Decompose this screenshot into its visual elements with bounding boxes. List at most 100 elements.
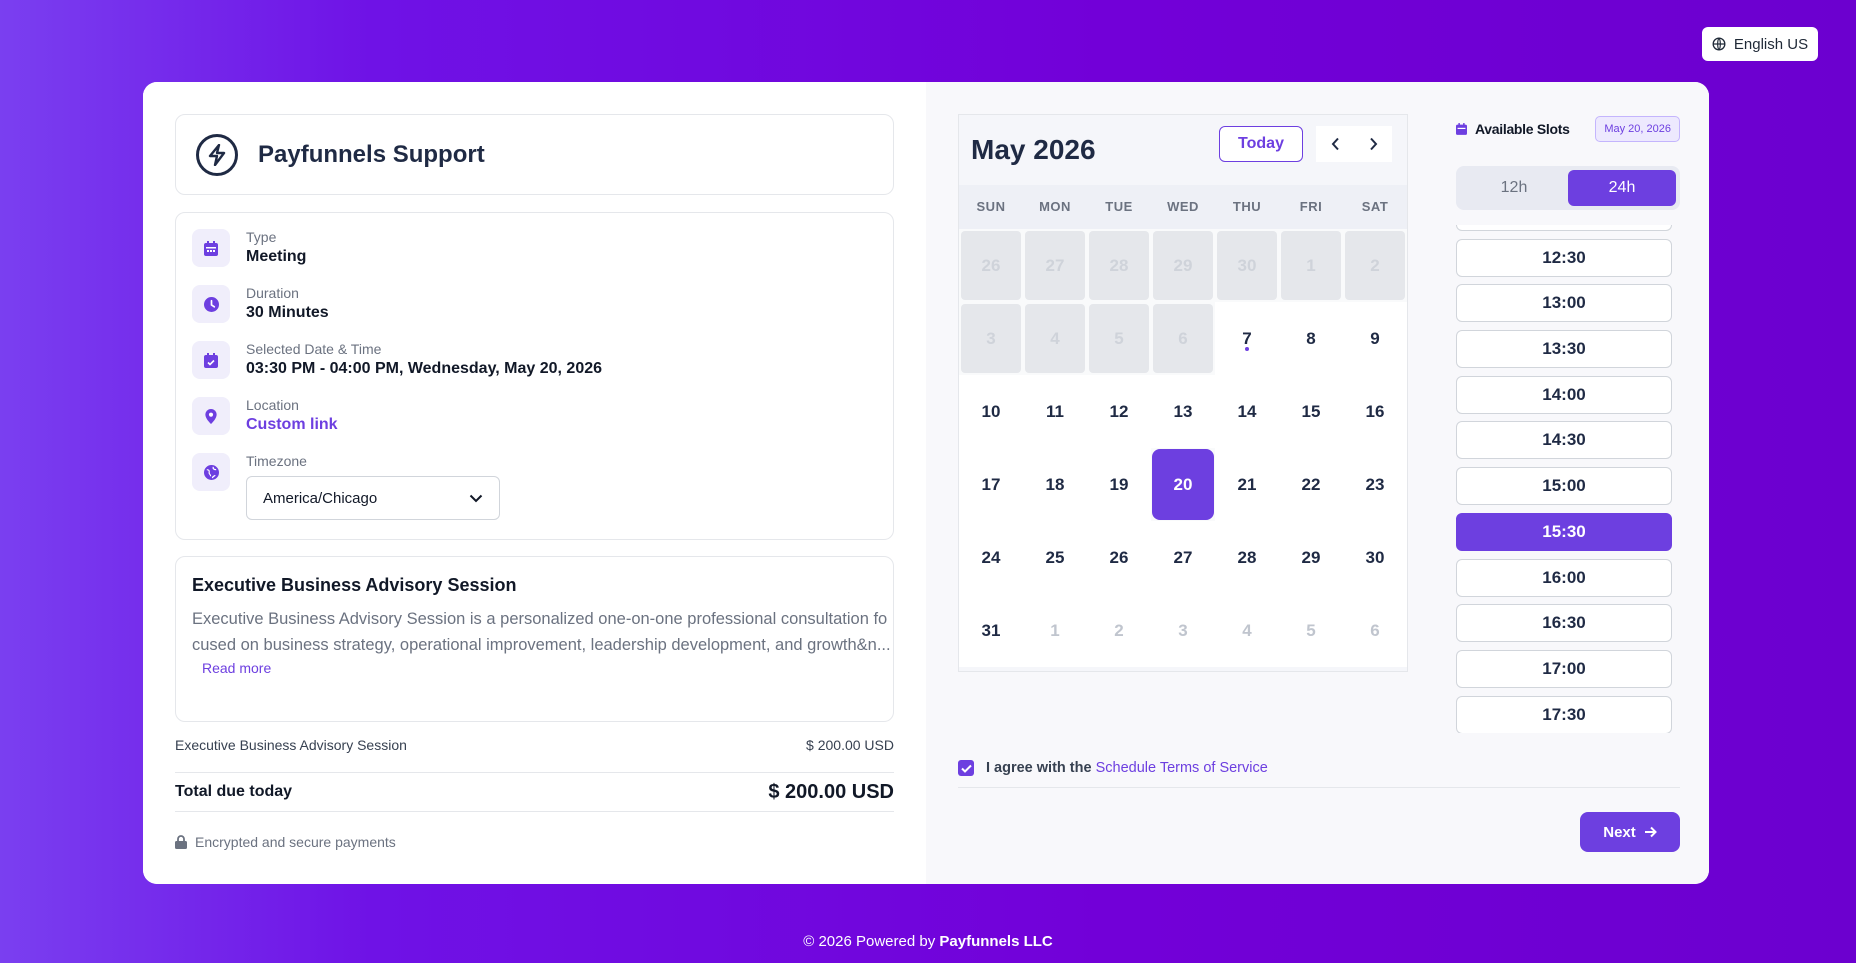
- detail-location: Location Custom link: [192, 397, 877, 439]
- weekday-label: THU: [1232, 199, 1262, 214]
- weekday-label: SAT: [1361, 199, 1389, 214]
- day-cell: 6: [1153, 304, 1213, 373]
- time-slot[interactable]: 16:30: [1456, 604, 1672, 643]
- day-cell: 5: [1279, 594, 1343, 667]
- calendar: May 2026 Today SUN MON TUE WED THU FRI SAT 26 2…: [958, 114, 1408, 672]
- event-details: Type Meeting Duration 30 Minutes Selecte…: [175, 212, 894, 540]
- time-slot[interactable]: 15:00: [1456, 467, 1672, 506]
- day-cell[interactable]: 25: [1023, 521, 1087, 594]
- booking-card: Payfunnels Support Type Meeting Duration…: [143, 82, 1709, 884]
- weekday-label: WED: [1167, 199, 1199, 214]
- day-cell[interactable]: 12: [1087, 375, 1151, 448]
- bolt-icon: [196, 133, 238, 176]
- terms-link[interactable]: Schedule Terms of Service: [1096, 760, 1268, 776]
- time-slot[interactable]: 12:30: [1456, 238, 1672, 277]
- detail-duration: Duration 30 Minutes: [192, 285, 877, 327]
- day-cell[interactable]: 29: [1279, 521, 1343, 594]
- secure-note: Encrypted and secure payments: [175, 834, 396, 850]
- location-label: Location: [246, 397, 299, 413]
- chevron-left-icon[interactable]: [1316, 126, 1354, 162]
- secure-text: Encrypted and secure payments: [195, 834, 396, 850]
- day-cell[interactable]: 13: [1151, 375, 1215, 448]
- day-cell[interactable]: 8: [1279, 302, 1343, 375]
- day-cell[interactable]: 26: [1087, 521, 1151, 594]
- language-label: English US: [1733, 35, 1809, 53]
- day-cell[interactable]: 24: [959, 521, 1023, 594]
- day-cell[interactable]: 11: [1023, 375, 1087, 448]
- next-button[interactable]: Next: [1580, 812, 1680, 852]
- day-cell[interactable]: 31: [959, 594, 1023, 667]
- time-format-toggle: 12h 24h: [1456, 166, 1680, 210]
- detail-datetime: Selected Date & Time 03:30 PM - 04:00 PM…: [192, 341, 877, 383]
- time-slot[interactable]: 14:00: [1456, 375, 1672, 414]
- day-cell[interactable]: 23: [1343, 448, 1407, 521]
- total-row: Total due today $ 200.00 USD: [175, 772, 894, 812]
- lock-icon: [175, 835, 187, 849]
- language-selector[interactable]: English US: [1702, 27, 1818, 61]
- description-text: Executive Business Advisory Session is a…: [192, 610, 891, 654]
- day-cell[interactable]: 17: [959, 448, 1023, 521]
- time-slot[interactable]: 17:00: [1456, 649, 1672, 688]
- chevron-right-icon[interactable]: [1354, 126, 1392, 162]
- day-cell: 27: [1025, 231, 1085, 300]
- terms-checkbox[interactable]: [958, 760, 974, 776]
- slots-title: Available Slots: [1475, 121, 1570, 137]
- day-cell[interactable]: 14: [1215, 375, 1279, 448]
- globe-icon: [192, 453, 230, 491]
- duration-label: Duration: [246, 285, 299, 301]
- day-cell[interactable]: 22: [1279, 448, 1343, 521]
- time-slot-partial: [1456, 225, 1672, 231]
- time-slot[interactable]: 17:30: [1456, 695, 1672, 733]
- footer: © 2026 Powered by Payfunnels LLC: [0, 933, 1856, 950]
- day-cell[interactable]: 18: [1023, 448, 1087, 521]
- day-cell: 26: [961, 231, 1021, 300]
- day-cell[interactable]: 15: [1279, 375, 1343, 448]
- event-title: Payfunnels Support: [258, 140, 485, 168]
- day-cell[interactable]: 30: [1343, 521, 1407, 594]
- day-cell[interactable]: 19: [1087, 448, 1151, 521]
- day-cell[interactable]: 27: [1151, 521, 1215, 594]
- timezone-label: Timezone: [246, 453, 307, 469]
- day-cell-selected[interactable]: 20: [1152, 449, 1214, 520]
- day-cell[interactable]: 28: [1215, 521, 1279, 594]
- day-cell: 1: [1023, 594, 1087, 667]
- calendar-icon: [1456, 123, 1467, 135]
- day-cell[interactable]: 9: [1343, 302, 1407, 375]
- day-cell[interactable]: 10: [959, 375, 1023, 448]
- footer-brand[interactable]: Payfunnels LLC: [939, 933, 1052, 950]
- month-label: May 2026: [971, 134, 1096, 165]
- map-pin-icon: [192, 397, 230, 435]
- read-more-link[interactable]: Read more: [202, 660, 271, 676]
- day-cell[interactable]: 16: [1343, 375, 1407, 448]
- day-cell[interactable]: 21: [1215, 448, 1279, 521]
- today-button[interactable]: Today: [1219, 126, 1303, 162]
- datetime-value: 03:30 PM - 04:00 PM, Wednesday, May 20, …: [246, 360, 603, 377]
- day-cell: 29: [1153, 231, 1213, 300]
- slot-list: 12:30 13:00 13:30 14:00 14:30 15:00 15:30 16:00…: [1456, 225, 1672, 733]
- time-slot[interactable]: 13:00: [1456, 284, 1672, 323]
- line-item: Executive Business Advisory Session $ 20…: [175, 737, 894, 753]
- slots-header: Available Slots May 20, 2026: [1456, 114, 1680, 144]
- line-item-label: Executive Business Advisory Session: [175, 737, 407, 753]
- format-12h-button[interactable]: 12h: [1460, 170, 1568, 206]
- time-slot[interactable]: 13:30: [1456, 330, 1672, 369]
- day-cell[interactable]: 7: [1215, 302, 1279, 375]
- month-nav: [1316, 126, 1392, 162]
- time-slot[interactable]: 16:00: [1456, 558, 1672, 597]
- calendar-check-icon: [192, 341, 230, 379]
- scheduler-panel: May 2026 Today SUN MON TUE WED THU FRI SAT 26 2…: [926, 82, 1709, 884]
- location-link[interactable]: Custom link: [246, 414, 338, 436]
- check-icon: [960, 764, 972, 773]
- type-label: Type: [246, 229, 277, 245]
- format-24h-button[interactable]: 24h: [1568, 170, 1676, 206]
- timezone-select[interactable]: America/Chicago: [246, 476, 500, 520]
- time-slot-selected[interactable]: 15:30: [1456, 512, 1672, 551]
- divider: [958, 787, 1680, 788]
- event-title-box: Payfunnels Support: [175, 114, 894, 195]
- clock-icon: [192, 285, 230, 323]
- description-title: Executive Business Advisory Session: [192, 575, 517, 595]
- time-slot[interactable]: 14:30: [1456, 421, 1672, 460]
- weekday-row: SUN MON TUE WED THU FRI SAT: [959, 185, 1407, 229]
- detail-timezone: Timezone America/Chicago: [192, 453, 877, 520]
- detail-type: Type Meeting: [192, 229, 877, 271]
